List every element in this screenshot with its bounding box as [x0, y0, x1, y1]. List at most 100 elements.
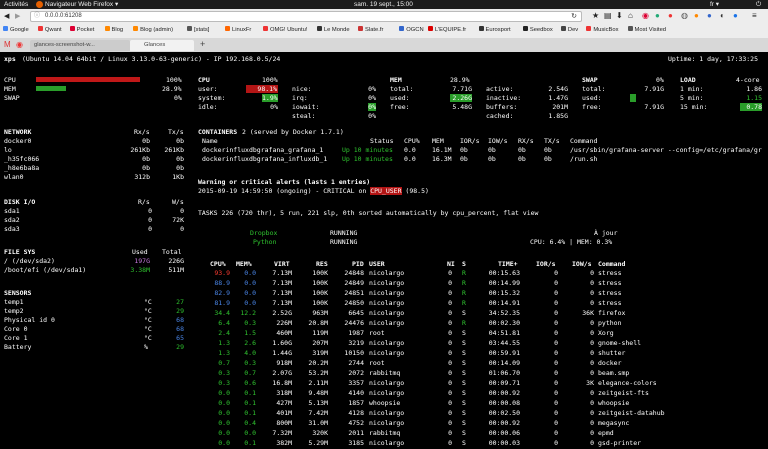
bookmark-icon — [37, 26, 43, 31]
nav-toolbar: ◀ ▶ ⓘ 0.0.0.0:61208 ↻ ★ ▤ ⬇ ⌂ ◉ ● ● ◍ ● … — [0, 9, 768, 24]
process-user: nicolargo — [369, 309, 405, 317]
activities-button[interactable]: Activités — [4, 0, 28, 9]
process-iow: 0 — [590, 339, 594, 347]
pocket-icon[interactable]: ◉ — [642, 11, 649, 20]
bookmarks-bar: Google Qwant Pocket Blog Blog (admin) [stats]… — [0, 24, 768, 36]
process-s: S — [462, 329, 466, 337]
bookmark-icon — [522, 26, 528, 31]
mem-key2: inactive: — [486, 94, 522, 102]
bookmark-pocket[interactable]: Pocket — [69, 24, 94, 36]
reload-icon[interactable]: ↻ — [571, 12, 577, 21]
tab-glances-screenshot[interactable]: glances-screenshot-w... — [30, 40, 130, 51]
process-mem: 0.0 — [244, 289, 256, 297]
bookmark-label: OGCN — [406, 27, 424, 33]
bookmark-le-monde[interactable]: Le Monde — [316, 24, 350, 36]
process-s: R — [462, 299, 466, 307]
process-res: 5.13M — [308, 399, 328, 407]
clock[interactable]: sam. 19 sept., 15:00 — [354, 0, 413, 9]
pinned-tab-icon[interactable]: ◉ — [16, 40, 23, 49]
bookmark--stats-[interactable]: [stats] — [186, 24, 209, 36]
bookmark-google[interactable]: Google — [3, 24, 29, 36]
task-right2: CPU: 6.4% | MEM: 0.3% — [530, 238, 613, 246]
home-icon[interactable]: ⌂ — [628, 11, 633, 20]
addon2-icon[interactable]: ● — [668, 11, 673, 20]
bookmark-most-visited[interactable]: Most Visited — [627, 24, 666, 36]
process-iow: 0 — [590, 389, 594, 397]
info-icon[interactable]: ⓘ — [34, 12, 40, 21]
bookmark-l-equipe-fr[interactable]: L'EQUIPE.fr — [427, 24, 466, 36]
swap-title: SWAP — [582, 76, 598, 84]
bookmark-icon — [358, 26, 364, 31]
process-cmd: gnome-shell — [598, 339, 642, 347]
process-virt: 1.44G — [272, 349, 292, 357]
container-col-header: IOR/s — [460, 137, 480, 145]
forward-icon[interactable]: ▶ — [15, 12, 20, 20]
cpu-key2: nice: — [292, 85, 312, 93]
process-iow: 3K — [586, 379, 594, 387]
process-ni: 0 — [448, 269, 452, 277]
process-iow: 0 — [590, 369, 594, 377]
bookmark-ogcn[interactable]: OGCN — [399, 24, 424, 36]
glances-terminal[interactable]: xps (Ubuntu 14.04 64bit / Linux 3.13.0-6… — [0, 52, 768, 449]
network-rx: 0b — [142, 155, 150, 163]
container-tx: 0b — [544, 155, 552, 163]
bookmark-blog[interactable]: Blog — [104, 24, 123, 36]
sensor-name: Battery — [4, 343, 32, 351]
new-tab-button[interactable]: + — [200, 39, 205, 49]
process-col-header: S — [462, 260, 466, 268]
gmail-icon[interactable]: M — [4, 40, 11, 49]
task-python-status: RUNNING — [330, 238, 358, 246]
task-right1: À jour — [594, 229, 618, 237]
app-menu[interactable]: Navigateur Web Firefox ▾ — [45, 0, 118, 9]
addon4-icon[interactable]: ● — [694, 11, 699, 20]
bookmark-linuxfr[interactable]: LinuxFr — [225, 24, 251, 36]
bookmark-qwant[interactable]: Qwant — [37, 24, 62, 36]
bookmark-icon — [627, 26, 633, 31]
sensor-name: temp2 — [4, 307, 24, 315]
cpu-value2: 0% — [368, 94, 376, 102]
mem-key: used: — [390, 94, 410, 102]
power-icon[interactable]: ⏻ — [756, 0, 761, 9]
bookmark-seedbox[interactable]: Seedbox — [522, 24, 553, 36]
bookmark-icon — [225, 26, 230, 31]
bookmark-eurosport[interactable]: Eurosport — [478, 24, 511, 36]
tab-glances[interactable]: Glances — [130, 40, 194, 51]
process-s: R — [462, 269, 466, 277]
process-time: 00:14.99 — [488, 279, 520, 287]
bookmark-musicbox[interactable]: MusicBox — [586, 24, 618, 36]
process-user: rabbitmq — [369, 429, 401, 437]
network-rx: 312b — [134, 173, 150, 181]
load-key: 1 min: — [680, 85, 704, 93]
bookmark-slate-fr[interactable]: Slate.fr — [358, 24, 383, 36]
sensor-unit: % — [144, 343, 148, 351]
bookmark-dev[interactable]: Dev — [560, 24, 578, 36]
addon6-icon[interactable]: ◐ — [720, 11, 725, 20]
reading-list-icon[interactable]: ▤ — [604, 11, 612, 20]
tab-bar: M ◉ glances-screenshot-w... Glances + — [0, 38, 768, 52]
process-cpu: 81.9 — [214, 299, 230, 307]
download-icon[interactable]: ⬇ — [616, 11, 623, 20]
cpu-value: 1.9% — [262, 94, 278, 102]
sensor-value: 68 — [176, 325, 184, 333]
process-ni: 0 — [448, 289, 452, 297]
container-cpu: 0.0 — [404, 155, 416, 163]
bookmark-blog-admin-[interactable]: Blog (admin) — [133, 24, 173, 36]
process-ior: 0 — [554, 429, 558, 437]
star-icon[interactable]: ★ — [592, 11, 599, 20]
back-icon[interactable]: ◀ — [4, 12, 9, 20]
addon7-icon[interactable]: ● — [733, 11, 738, 20]
process-pid: 3357 — [348, 379, 364, 387]
process-ior: 0 — [554, 369, 558, 377]
process-ior: 0 — [554, 269, 558, 277]
process-s: S — [462, 379, 466, 387]
process-pid: 24476 — [344, 319, 364, 327]
addon3-icon[interactable]: ◍ — [681, 11, 688, 20]
addon5-icon[interactable]: ● — [707, 11, 712, 20]
network-iface: docker0 — [4, 137, 32, 145]
url-bar[interactable]: ⓘ 0.0.0.0:61208 ↻ — [30, 11, 582, 22]
addon-icon[interactable]: ● — [655, 11, 660, 20]
bookmark-omg-ubuntu-[interactable]: OMG! Ubuntu! — [263, 24, 307, 36]
lang-indicator[interactable]: fr ▾ — [710, 0, 719, 9]
menu-icon[interactable]: ≡ — [752, 11, 757, 20]
process-pid: 4752 — [348, 419, 364, 427]
